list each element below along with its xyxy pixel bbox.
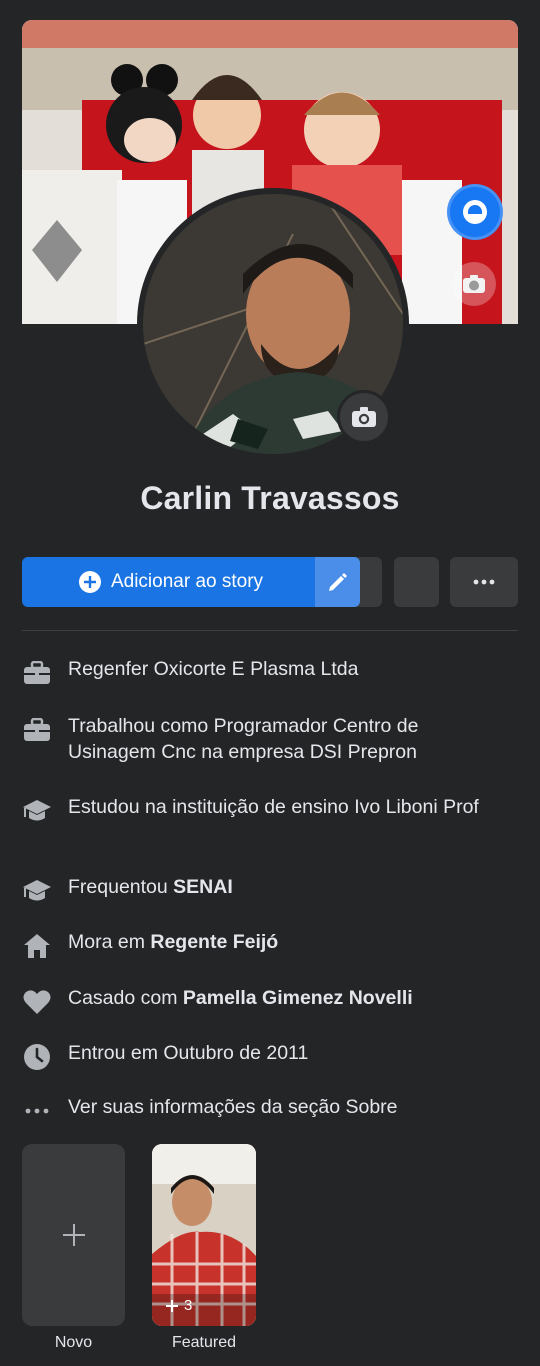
- divider: [22, 630, 518, 631]
- info-text: Ver suas informações da seção Sobre: [68, 1096, 398, 1118]
- info-row-joined: Entrou em Outubro de 2011: [22, 1040, 518, 1072]
- clock-icon: [22, 1042, 52, 1072]
- home-icon: [22, 931, 52, 961]
- featured-count: 3: [166, 1297, 192, 1314]
- info-text: Frequentou SENAI: [68, 876, 233, 898]
- info-row-education: Estudou na instituição de ensino Ivo Lib…: [22, 794, 518, 826]
- featured-new-button[interactable]: [22, 1144, 125, 1326]
- graduation-cap-icon: [22, 876, 52, 906]
- featured-new-label: Novo: [54, 1334, 93, 1351]
- see-about-info-link[interactable]: Ver suas informações da seção Sobre: [22, 1094, 518, 1126]
- featured-collection-label: Featured: [171, 1334, 237, 1351]
- plus-icon: [166, 1299, 178, 1312]
- add-to-story-label: Adicionar ao story: [110, 571, 264, 592]
- info-text: Entrou em Outubro de 2011: [68, 1042, 309, 1064]
- info-row-relationship: Casado com Pamella Gimenez Novelli: [22, 985, 518, 1017]
- edit-profile-button[interactable]: [315, 557, 360, 607]
- info-text: Casado com Pamella Gimenez Novelli: [68, 987, 413, 1009]
- info-row-work-past: Trabalhou como Programador Centro de Usi…: [22, 713, 518, 765]
- info-text: Estudou na instituição de ensino Ivo Lib…: [68, 796, 479, 818]
- heart-icon: [22, 987, 52, 1017]
- profile-name: Carlin Travassos: [140, 480, 400, 516]
- info-row-work-current: Regenfer Oxicorte E Plasma Ltda: [22, 656, 518, 688]
- more-options-button[interactable]: [450, 557, 518, 607]
- info-text: Mora em Regente Feijó: [68, 931, 279, 953]
- info-text: Trabalhou como Programador Centro de Usi…: [68, 715, 419, 763]
- info-text: Regenfer Oxicorte E Plasma Ltda: [68, 658, 359, 680]
- plus-circle-icon: [78, 571, 101, 593]
- profile-camera-icon[interactable]: [337, 390, 391, 444]
- plus-icon: [62, 1224, 85, 1246]
- graduation-cap-icon: [22, 796, 52, 826]
- add-to-story-button[interactable]: Adicionar ao story: [22, 557, 360, 607]
- secondary-action-button[interactable]: [394, 557, 439, 607]
- more-dots-icon: [473, 579, 495, 585]
- cover-camera-icon[interactable]: [452, 262, 496, 306]
- briefcase-icon: [22, 715, 52, 745]
- more-dots-icon: [22, 1096, 52, 1126]
- briefcase-icon: [22, 658, 52, 688]
- story-badge-icon[interactable]: [447, 184, 503, 240]
- pencil-icon: [328, 573, 347, 591]
- info-row-school: Frequentou SENAI: [22, 874, 518, 906]
- info-row-lives-in: Mora em Regente Feijó: [22, 929, 518, 961]
